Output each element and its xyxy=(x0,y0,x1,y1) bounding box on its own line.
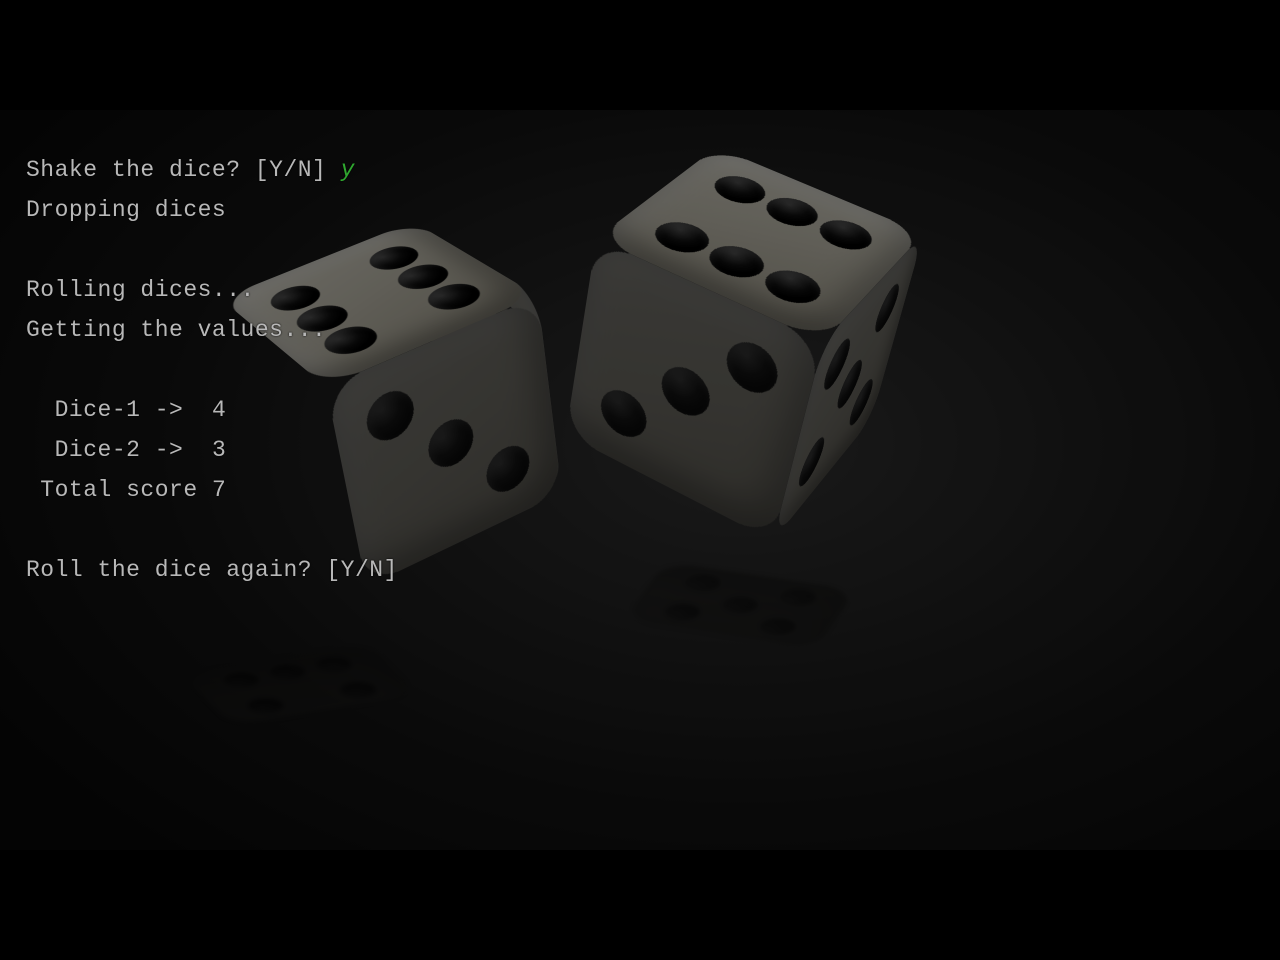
total-label: Total score xyxy=(26,477,212,503)
dice2-label: Dice-2 -> xyxy=(26,437,212,463)
terminal-output[interactable]: Shake the dice? [Y/N] y Dropping dices R… xyxy=(26,150,412,590)
line-dropping: Dropping dices xyxy=(26,197,226,223)
line-rolling: Rolling dices... xyxy=(26,277,255,303)
prompt-again: Roll the dice again? [Y/N] xyxy=(26,557,412,583)
line-getting: Getting the values... xyxy=(26,317,326,343)
dice1-value: 4 xyxy=(212,397,226,423)
prompt-shake: Shake the dice? [Y/N] xyxy=(26,157,341,183)
user-input-shake: y xyxy=(341,157,355,183)
dice2-value: 3 xyxy=(212,437,226,463)
dice1-label: Dice-1 -> xyxy=(26,397,212,423)
total-value: 7 xyxy=(212,477,226,503)
